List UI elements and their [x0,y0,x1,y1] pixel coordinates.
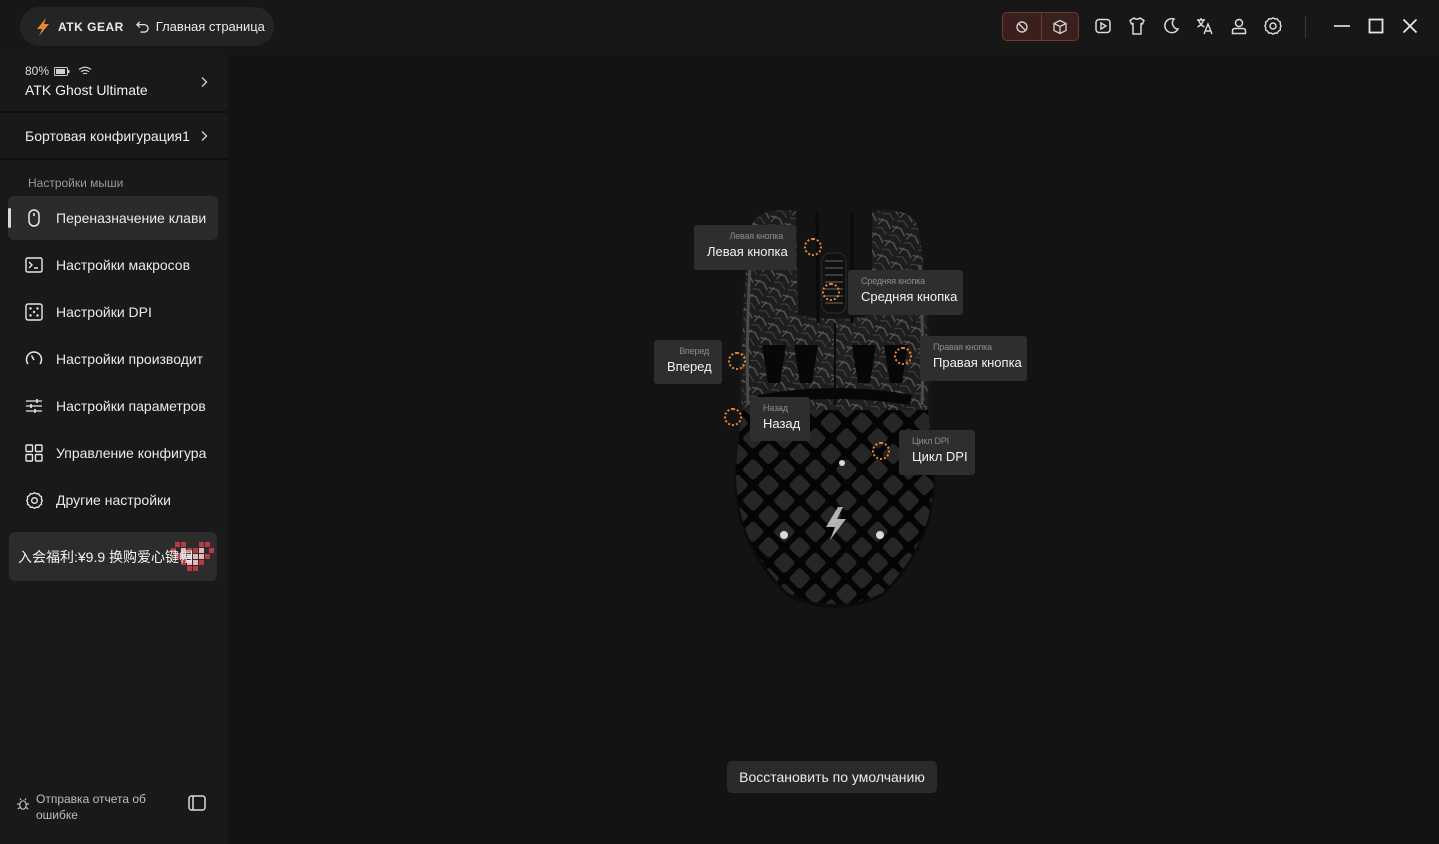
titlebar-divider [1305,16,1306,38]
tag-label: Левая кнопка [707,244,788,259]
translate-icon[interactable] [1193,14,1217,38]
shirt-icon[interactable] [1125,14,1149,38]
video-icon[interactable] [1091,14,1115,38]
home-link-label: Главная страница [155,19,265,34]
gear-icon [24,490,44,510]
tag-sublabel: Правая кнопка [933,342,992,352]
main-panel: Левая кнопка Левая кнопка Средняя кнопка… [228,55,1439,844]
sidebar-item-label: Настройки DPI [56,304,152,320]
title-bar: ATK GEAR Главная страница [0,0,1439,55]
device-status: 80% [25,64,228,78]
restore-defaults-button[interactable]: Восстановить по умолчанию [727,761,937,793]
maximize-button[interactable] [1363,13,1389,39]
hotspot-left-button[interactable] [804,238,822,256]
home-link[interactable]: Главная страница [135,19,265,34]
sidebar-item-label: Настройки производит [56,351,204,367]
atk-logo-icon [32,16,54,38]
device-mode-toggle[interactable] [1002,12,1079,41]
device-name: ATK Ghost Ultimate [25,82,148,98]
tag-sublabel: Цикл DPI [912,436,949,446]
sidebar-item-label: Переназначение клави [56,210,207,226]
hotspot-dpi-button[interactable] [872,442,890,460]
hotspot-middle-button[interactable] [822,283,840,301]
tag-sublabel: Вперед [679,346,709,356]
dpi-icon [24,302,44,322]
sleep-mode-icon[interactable] [1003,13,1041,40]
hotspot-back-button[interactable] [724,408,742,426]
3d-box-icon[interactable] [1040,13,1079,40]
sliders-icon [24,396,44,416]
right-button-tag[interactable]: Правая кнопка Правая кнопка [920,336,1027,381]
sidebar-item-config-management[interactable]: Управление конфигура [8,431,218,475]
brand-pill: ATK GEAR Главная страница [20,7,274,46]
onboard-config-label: Бортовая конфигурация1 [25,128,190,144]
bug-report-link[interactable]: Отправка отчета об ошибке [16,791,166,823]
battery-icon [54,66,70,76]
moon-icon[interactable] [1159,14,1183,38]
user-icon[interactable] [1227,14,1251,38]
restore-defaults-label: Восстановить по умолчанию [739,769,925,785]
sidebar-item-performance[interactable]: Настройки производит [8,337,218,381]
forward-button-tag[interactable]: Вперед Вперед [654,340,722,384]
sidebar-item-dpi[interactable]: Настройки DPI [8,290,218,334]
tag-label: Назад [763,416,801,431]
chevron-right-icon [201,131,208,141]
sidebar-divider [0,158,228,160]
device-selector[interactable]: 80% ATK Ghost Ultimate [0,55,228,111]
mouse-icon [24,208,44,228]
bug-icon [17,798,29,810]
sidebar-item-macros[interactable]: Настройки макросов [8,243,218,287]
hotspot-right-button[interactable] [894,347,912,365]
wifi-icon [78,66,92,75]
section-label: Настройки мыши [28,176,124,190]
tag-sublabel: Назад [763,403,788,413]
sidebar-item-label: Настройки параметров [56,398,206,414]
back-arrow-icon [135,21,149,33]
back-button-tag[interactable]: Назад Назад [750,397,810,441]
promo-banner[interactable]: 入会福利:¥9.9 换购爱心键帽 [9,532,217,581]
grid-icon [24,443,44,463]
sidebar-item-label: Другие настройки [56,492,171,508]
minimize-button[interactable] [1329,13,1355,39]
settings-icon[interactable] [1261,14,1285,38]
tag-sublabel: Левая кнопка [729,231,784,241]
brand-name: ATK GEAR [58,19,124,34]
sidebar: 80% ATK Ghost Ultimate Бортовая конфигур… [0,55,228,844]
tag-sublabel: Средняя кнопка [861,276,925,286]
sidebar-item-label: Настройки макросов [56,257,191,273]
sidebar-item-key-remap[interactable]: Переназначение клави [8,196,218,240]
close-button[interactable] [1397,13,1423,39]
sidebar-item-other-settings[interactable]: Другие настройки [8,478,218,522]
sidebar-item-parameters[interactable]: Настройки параметров [8,384,218,428]
tag-label: Средняя кнопка [861,289,958,304]
terminal-icon [24,255,44,275]
performance-gauge-icon [24,349,44,369]
bug-report-label: Отправка отчета об ошибке [36,792,146,822]
middle-button-tag[interactable]: Средняя кнопка Средняя кнопка [848,270,963,315]
sidebar-toggle-icon [188,795,206,811]
tag-label: Цикл DPI [912,449,968,464]
collapse-sidebar-button[interactable] [186,792,208,814]
promo-text: 入会福利:¥9.9 换购爱心键帽 [18,548,194,565]
onboard-config-selector[interactable]: Бортовая конфигурация1 [0,113,228,158]
sidebar-item-label: Управление конфигура [56,445,207,461]
tag-label: Вперед [667,359,712,374]
battery-level: 80% [25,64,50,78]
hotspot-forward-button[interactable] [728,352,746,370]
chevron-right-icon [201,77,208,87]
dpi-cycle-tag[interactable]: Цикл DPI Цикл DPI [899,430,975,475]
left-button-tag[interactable]: Левая кнопка Левая кнопка [694,225,796,270]
tag-label: Правая кнопка [933,355,1022,370]
